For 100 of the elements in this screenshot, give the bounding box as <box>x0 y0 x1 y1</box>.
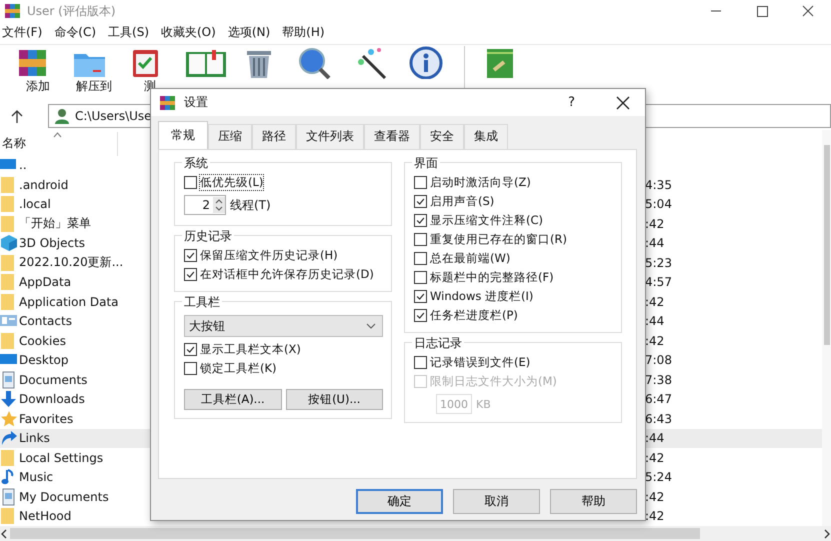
file-name: .local <box>19 197 51 212</box>
table-cell: :42 <box>645 216 664 231</box>
checkbox-label[interactable]: 显示压缩文件注释(C) <box>430 213 544 228</box>
checkbox[interactable] <box>414 176 427 189</box>
scroll-right-icon[interactable] <box>823 528 831 539</box>
table-cell: 7:38 <box>645 372 672 387</box>
file-name: Local Settings <box>19 450 104 465</box>
checkbox-label[interactable]: 启用声音(S) <box>430 194 494 209</box>
tab[interactable]: 文件列表 <box>296 124 364 149</box>
up-arrow-icon[interactable] <box>10 108 24 123</box>
checkbox[interactable] <box>184 249 197 262</box>
scroll-thumb[interactable] <box>10 528 700 540</box>
checkbox[interactable] <box>414 214 427 227</box>
file-name: Contacts <box>19 314 72 328</box>
horizontal-scrollbar[interactable] <box>0 526 831 541</box>
checkbox-label[interactable]: 低优先级(L) <box>200 175 264 190</box>
checkbox-label[interactable]: 标题栏中的完整路径(F) <box>430 270 554 285</box>
tab[interactable]: 安全 <box>420 124 464 149</box>
column-header[interactable]: 名称 <box>2 135 26 152</box>
table-cell: :42 <box>645 294 664 309</box>
file-name: Music <box>19 470 54 484</box>
spin-arrows-icon[interactable] <box>213 197 225 213</box>
button[interactable]: 确定 <box>356 489 443 514</box>
file-name: Downloads <box>19 392 85 406</box>
dialog-title: 设置 <box>184 94 209 111</box>
file-name: Cookies <box>19 334 66 348</box>
file-name: AppData <box>19 275 72 290</box>
checkbox[interactable] <box>414 290 427 303</box>
checkbox[interactable] <box>184 176 197 189</box>
curved-arrow-icon <box>0 429 17 448</box>
table-cell: 5:23 <box>645 256 672 270</box>
number-spinner[interactable]: 2 <box>184 195 226 215</box>
button[interactable]: 工具栏(A)... <box>184 389 282 410</box>
caret-icon <box>366 323 376 329</box>
checkbox-label[interactable]: 保留压缩文件历史记录(H) <box>200 248 338 263</box>
scroll-left-icon[interactable] <box>0 528 8 539</box>
cube-icon <box>0 234 17 252</box>
checkbox-label[interactable]: Windows 进度栏(I) <box>430 289 534 304</box>
checkbox[interactable] <box>184 268 197 281</box>
menu-item[interactable]: 工具(S) <box>108 24 149 42</box>
vertical-scrollbar[interactable] <box>822 130 831 526</box>
tab[interactable]: 常规 <box>158 121 208 149</box>
help-button[interactable]: ? <box>568 95 575 110</box>
folder-icon <box>0 273 17 292</box>
file-name: Links <box>19 431 50 446</box>
table-cell: 7:08 <box>645 353 672 368</box>
folder-icon <box>0 507 17 526</box>
checkbox-label[interactable]: 总在最前端(W) <box>430 251 510 266</box>
menu-item[interactable]: 帮助(H) <box>282 24 325 42</box>
tab[interactable]: 压缩 <box>208 124 252 149</box>
checkbox-label[interactable]: 在对话框中允许保存历史记录(D) <box>200 267 374 282</box>
checkbox-label[interactable]: 锁定工具栏(K) <box>200 361 277 376</box>
unit-label: KB <box>476 398 491 410</box>
table-cell: :44 <box>645 431 664 446</box>
toolbar-button[interactable]: 添加 <box>10 46 66 93</box>
scroll-thumb[interactable] <box>824 145 830 345</box>
menu-item[interactable]: 选项(N) <box>228 24 270 42</box>
tab[interactable]: 查看器 <box>364 124 420 149</box>
tab[interactable]: 集成 <box>464 124 508 149</box>
file-name: 2022.10.20更新... <box>19 254 124 272</box>
checkbox[interactable] <box>414 271 427 284</box>
file-name: .android <box>19 178 68 192</box>
checkbox-label[interactable]: 重复使用已存在的窗口(R) <box>430 232 567 247</box>
table-cell: 6:47 <box>645 392 672 406</box>
table-cell: :42 <box>645 450 664 465</box>
toolbar-button[interactable]: 解压到 <box>66 46 122 93</box>
button[interactable]: 按钮(U)... <box>286 389 383 410</box>
checkbox[interactable] <box>414 356 427 369</box>
table-cell: 5:24 <box>645 470 672 484</box>
table-cell: 4:35 <box>645 178 672 192</box>
checkbox[interactable] <box>184 343 197 356</box>
button[interactable]: 取消 <box>453 489 540 514</box>
size-field: 1000 <box>436 394 472 414</box>
menu-item[interactable]: 文件(F) <box>2 24 42 42</box>
checkbox[interactable] <box>414 233 427 246</box>
checkbox[interactable] <box>184 362 197 375</box>
checkbox-label[interactable]: 记录错误到文件(E) <box>430 355 530 370</box>
menu-item[interactable]: 命令(C) <box>54 24 96 42</box>
table-cell: :42 <box>645 509 664 524</box>
menu-item[interactable]: 收藏夹(O) <box>161 24 216 42</box>
checkbox-label[interactable]: 任务栏进度栏(P) <box>430 308 518 323</box>
checkbox[interactable] <box>414 195 427 208</box>
table-cell: 5:04 <box>645 197 672 212</box>
checkbox[interactable] <box>414 252 427 265</box>
table-cell: :44 <box>645 236 664 250</box>
button[interactable]: 帮助 <box>550 489 637 514</box>
checkbox[interactable] <box>414 309 427 322</box>
table-cell: :42 <box>645 334 664 348</box>
folder-icon <box>0 176 17 194</box>
table-cell: 6:43 <box>645 412 672 426</box>
file-name: .. <box>19 158 27 172</box>
app-icon <box>4 3 21 19</box>
checkbox-label[interactable]: 启动时激活向导(Z) <box>430 175 531 190</box>
window-title: User (评估版本) <box>27 2 117 20</box>
file-name: 「开始」菜单 <box>19 215 91 232</box>
star-icon <box>0 410 17 428</box>
folder-icon <box>0 332 17 350</box>
tab[interactable]: 路径 <box>252 124 296 149</box>
checkbox-label[interactable]: 显示工具栏文本(X) <box>200 342 301 357</box>
dropdown[interactable]: 大按钮 <box>184 315 383 337</box>
